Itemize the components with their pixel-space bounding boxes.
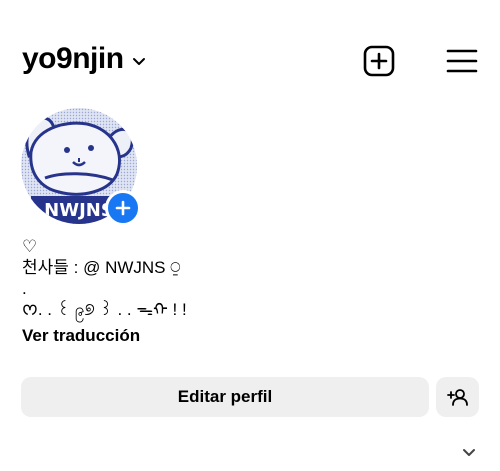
- bio-line-symbols: ᰔ. . ꒰ ၉୭ ꒱ . . ᯓᡣ ! !: [22, 300, 187, 319]
- plus-circle-icon: [115, 200, 131, 216]
- add-story-button[interactable]: [105, 190, 141, 226]
- add-person-icon: [446, 389, 468, 406]
- translate-link[interactable]: Ver traducción: [22, 325, 187, 346]
- profile-bio: ♡ 천사들 : @ NWJNS ⍜ . ᰔ. . ꒰ ၉୭ ꒱ . . ᯓᡣ !…: [22, 236, 187, 346]
- edit-profile-button[interactable]: Editar perfil: [21, 377, 429, 417]
- account-switcher[interactable]: yo9njin: [22, 42, 146, 76]
- chevron-down-icon: [132, 58, 145, 65]
- profile-avatar-container: NWJNS: [21, 108, 141, 226]
- bio-heart-line: ♡: [22, 237, 38, 256]
- create-post-icon[interactable]: [362, 44, 396, 78]
- profile-header: yo9njin: [22, 42, 478, 82]
- suggested-people-button[interactable]: [436, 377, 479, 417]
- bio-line-dot: .: [22, 279, 27, 298]
- bio-line-angels: 천사들 : @ NWJNS ⍜: [22, 258, 181, 277]
- expand-suggestions-chevron-icon[interactable]: [462, 448, 476, 458]
- username: yo9njin: [22, 42, 124, 75]
- hamburger-menu-icon[interactable]: [446, 44, 478, 78]
- avatar-logo-text: NWJNS: [44, 200, 114, 221]
